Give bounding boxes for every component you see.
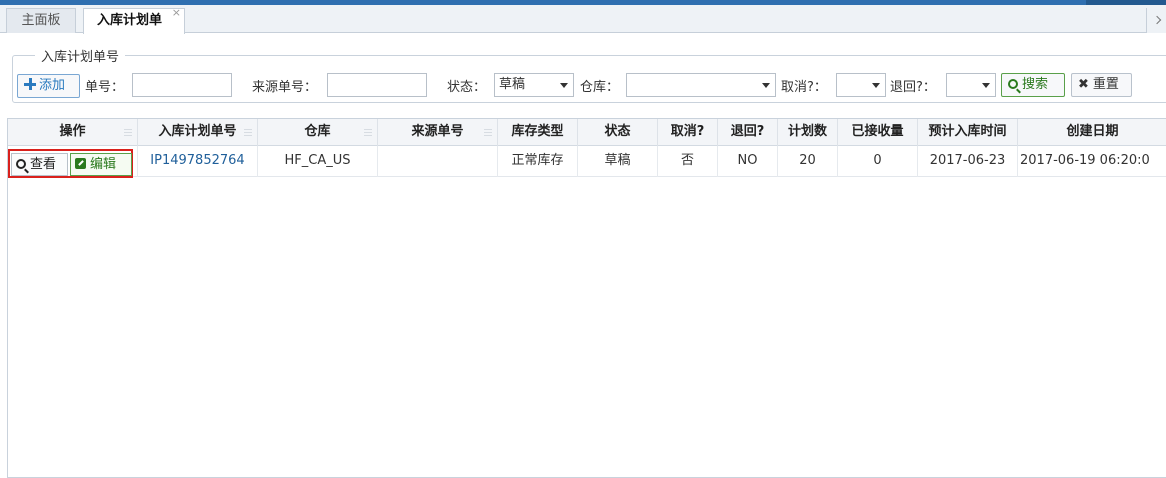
search-icon (16, 159, 26, 169)
column-header-expected-time[interactable]: 预计入库时间 (918, 119, 1018, 146)
status-cell: 草稿 (578, 146, 658, 177)
plan-no-link[interactable]: IP1497852764 (138, 146, 258, 177)
warehouse-cell: HF_CA_US (258, 146, 378, 177)
cancel-label: 取消?： (781, 80, 827, 95)
column-header-label: 计划数 (787, 124, 827, 139)
chevron-down-icon (872, 83, 880, 88)
reset-button-label: 重置 (1092, 77, 1119, 92)
warehouse-label: 仓库： (580, 80, 620, 95)
column-header-label: 取消? (670, 124, 705, 139)
edit-button-label: 编辑 (90, 157, 117, 172)
column-header-label: 创建日期 (1066, 124, 1119, 139)
column-menu-icon (364, 129, 372, 136)
column-header-label: 仓库 (304, 124, 331, 139)
column-menu-icon (124, 129, 132, 136)
cancel-select[interactable] (836, 73, 886, 97)
search-icon (1008, 79, 1018, 89)
column-menu-icon (484, 129, 492, 136)
reset-button[interactable]: ✖ 重置 (1071, 73, 1132, 97)
column-header-plan-no[interactable]: 入库计划单号 (138, 119, 258, 146)
column-header-stock-type[interactable]: 库存类型 (498, 119, 578, 146)
returned-cell: NO (718, 146, 778, 177)
column-header-label: 操作 (59, 124, 86, 139)
column-header-created-at[interactable]: 创建日期 (1018, 119, 1166, 146)
column-header-label: 库存类型 (511, 124, 564, 139)
tab-dashboard[interactable]: 主面板 (6, 8, 76, 33)
column-header-received-qty[interactable]: 已接收量 (838, 119, 918, 146)
chevron-down-icon (560, 83, 568, 88)
column-header-returned[interactable]: 退回? (718, 119, 778, 146)
tab-inbound-plan[interactable]: 入库计划单 × (83, 6, 185, 34)
actions-highlight: 查看 编辑 (8, 149, 133, 178)
view-button-label: 查看 (30, 157, 57, 172)
column-header-label: 入库计划单号 (158, 124, 237, 139)
close-icon: ✖ (1078, 77, 1089, 92)
add-button[interactable]: 添加 (17, 74, 80, 98)
column-header-warehouse[interactable]: 仓库 (258, 119, 378, 146)
column-header-planned-qty[interactable]: 计划数 (778, 119, 838, 146)
column-header-label: 来源单号 (411, 124, 464, 139)
status-select[interactable]: 草稿 (494, 73, 574, 97)
planned-qty-cell: 20 (778, 146, 838, 177)
search-button[interactable]: 搜索 (1001, 73, 1065, 97)
add-button-label: 添加 (39, 78, 66, 93)
column-header-actions[interactable]: 操作 (8, 119, 138, 146)
chevron-down-icon (762, 83, 770, 88)
status-select-value: 草稿 (499, 77, 526, 92)
view-button[interactable]: 查看 (11, 153, 68, 176)
tab-scroll-right-icon[interactable] (1146, 8, 1166, 33)
edit-icon (75, 158, 86, 169)
return-select[interactable] (946, 73, 996, 97)
column-header-label: 状态 (604, 124, 631, 139)
search-button-label: 搜索 (1022, 77, 1049, 92)
source-no-cell (378, 146, 498, 177)
column-header-label: 退回? (730, 124, 765, 139)
tab-dashboard-label: 主面板 (21, 13, 61, 28)
stock-type-cell: 正常库存 (498, 146, 578, 177)
received-qty-cell: 0 (838, 146, 918, 177)
edit-button[interactable]: 编辑 (70, 153, 132, 176)
data-grid: 操作 入库计划单号 仓库 来源单号 库存类型 状态 取消? 退回? 计划数 已接… (7, 118, 1166, 478)
status-label: 状态： (447, 80, 487, 95)
source-no-input[interactable] (327, 73, 427, 97)
tab-strip: 主面板 入库计划单 × (0, 5, 1166, 34)
column-header-source-no[interactable]: 来源单号 (378, 119, 498, 146)
tab-inbound-plan-label: 入库计划单 (97, 13, 163, 28)
column-header-label: 已接收量 (851, 124, 904, 139)
order-no-label: 单号： (85, 80, 125, 95)
source-no-label: 来源单号： (252, 80, 318, 95)
expected-time-cell: 2017-06-23 (918, 146, 1018, 177)
column-header-label: 预计入库时间 (928, 124, 1007, 139)
tab-close-icon[interactable]: × (172, 1, 181, 25)
chevron-down-icon (982, 83, 990, 88)
created-at-cell: 2017-06-19 06:20:0 (1018, 146, 1166, 177)
cancelled-cell: 否 (658, 146, 718, 177)
order-no-input[interactable] (132, 73, 232, 97)
return-label: 退回?： (890, 80, 936, 95)
column-menu-icon (244, 129, 252, 136)
table-row[interactable]: IP1497852764 HF_CA_US 正常库存 草稿 否 NO 20 0 … (8, 146, 1166, 177)
search-panel-legend: 入库计划单号 (41, 50, 120, 65)
column-header-cancelled[interactable]: 取消? (658, 119, 718, 146)
grid-header: 操作 入库计划单号 仓库 来源单号 库存类型 状态 取消? 退回? 计划数 已接… (8, 119, 1166, 146)
plus-icon (24, 78, 36, 90)
warehouse-select[interactable] (626, 73, 776, 97)
column-header-status[interactable]: 状态 (578, 119, 658, 146)
